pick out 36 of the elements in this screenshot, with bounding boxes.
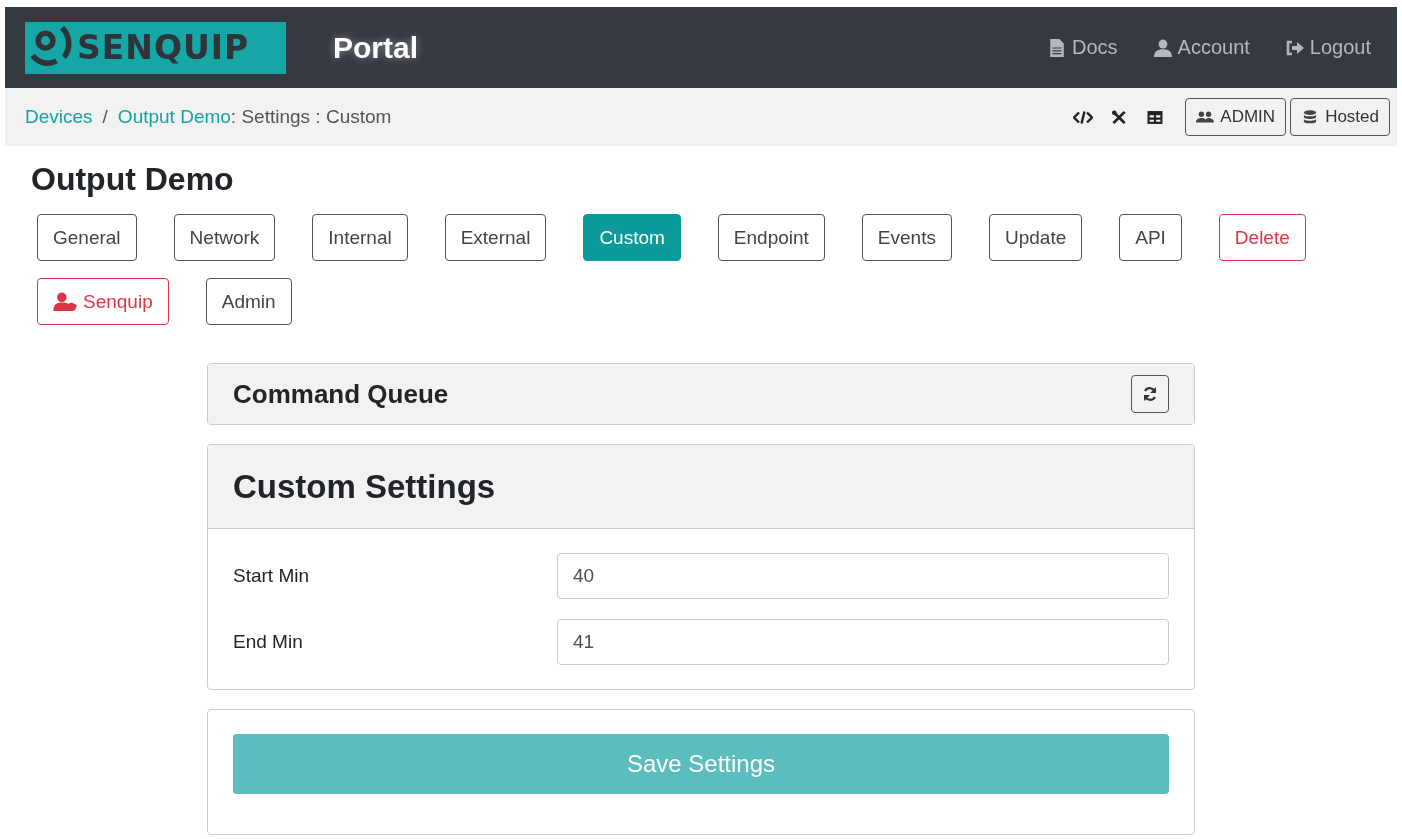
logout-icon xyxy=(1285,38,1304,57)
card-title: Custom Settings xyxy=(233,467,496,506)
field-label: End Min xyxy=(233,631,304,653)
toolbar-button[interactable]: Hosted xyxy=(1290,98,1390,136)
tab[interactable]: Network xyxy=(173,214,276,261)
users-icon xyxy=(1196,110,1215,124)
app-title: Portal xyxy=(333,30,419,65)
nav-link[interactable]: Account xyxy=(1153,36,1250,59)
page-title: Output Demo xyxy=(31,160,235,198)
input-field[interactable]: 40 xyxy=(557,553,1169,599)
toolbar-button[interactable]: ADMIN xyxy=(1185,98,1287,136)
tab[interactable]: Delete xyxy=(1218,214,1306,261)
nav-link[interactable]: Logout xyxy=(1285,36,1371,59)
tab[interactable]: API xyxy=(1119,214,1182,261)
tab[interactable]: General xyxy=(37,214,137,261)
tab[interactable]: Senquip xyxy=(37,278,169,325)
refresh-button[interactable] xyxy=(1131,375,1169,413)
logo-text: SENQUIP xyxy=(77,28,250,67)
refresh-icon xyxy=(1142,386,1158,402)
tab[interactable]: Events xyxy=(861,214,952,261)
tab[interactable]: Internal xyxy=(312,214,408,261)
document-icon xyxy=(1048,38,1066,57)
field-label: Start Min xyxy=(233,565,311,587)
table-icon[interactable] xyxy=(1145,109,1166,125)
breadcrumb-separator: / xyxy=(102,106,108,128)
code-icon[interactable] xyxy=(1073,109,1094,125)
user-icon xyxy=(1153,38,1172,57)
tab[interactable]: Endpoint xyxy=(717,214,825,261)
tab[interactable]: Admin xyxy=(205,278,292,325)
card-title: Command Queue xyxy=(233,378,450,410)
tab[interactable]: External xyxy=(444,214,547,261)
nav-link[interactable]: Docs xyxy=(1048,36,1118,59)
input-field[interactable]: 41 xyxy=(557,619,1169,665)
logo[interactable]: SENQUIP xyxy=(25,21,286,74)
tab[interactable]: Update xyxy=(988,214,1083,261)
breadcrumb-text: : Settings : Custom xyxy=(230,106,392,128)
